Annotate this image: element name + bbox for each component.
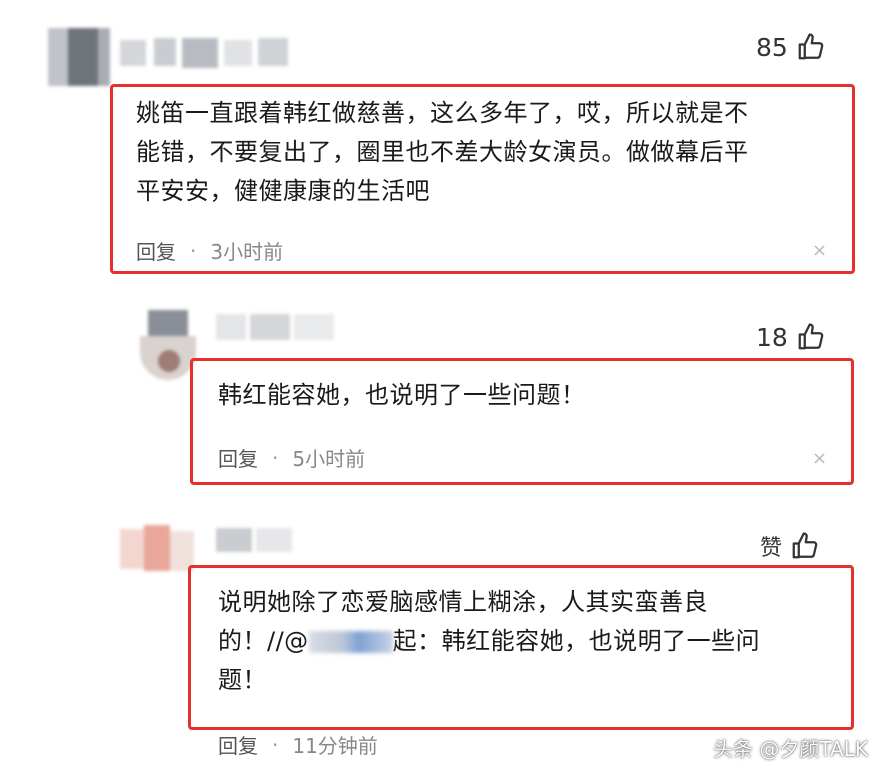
- close-icon[interactable]: ×: [812, 240, 827, 261]
- comment-text: 姚笛一直跟着韩红做慈善，这么多年了，哎，所以就是不 能错，不要复出了，圈里也不差…: [136, 99, 749, 205]
- like-count[interactable]: 18: [756, 322, 826, 352]
- avatar[interactable]: [48, 28, 110, 88]
- like-count[interactable]: 赞: [760, 530, 820, 562]
- like-count-value: 18: [756, 322, 788, 352]
- like-label: 赞: [760, 536, 783, 561]
- timestamp: 5小时前: [292, 447, 366, 471]
- comment-meta: 回复 · 5小时前: [218, 443, 365, 472]
- username[interactable]: [216, 314, 334, 342]
- avatar[interactable]: [140, 310, 196, 380]
- separator: ·: [272, 445, 279, 470]
- username[interactable]: [216, 528, 296, 554]
- reply-button[interactable]: 回复: [136, 236, 176, 265]
- comment-meta: 回复 · 3小时前: [136, 236, 283, 265]
- mention-username[interactable]: [308, 631, 393, 653]
- avatar[interactable]: [120, 525, 194, 575]
- close-icon[interactable]: ×: [812, 448, 827, 469]
- thumbs-up-icon[interactable]: [790, 531, 820, 561]
- username[interactable]: [120, 36, 290, 70]
- like-count[interactable]: 85: [756, 32, 826, 62]
- timestamp: 3小时前: [210, 240, 284, 264]
- comment-meta: 回复 · 11分钟前: [218, 730, 378, 759]
- thumbs-up-icon[interactable]: [796, 32, 826, 62]
- reply-button[interactable]: 回复: [218, 443, 258, 472]
- timestamp: 11分钟前: [292, 734, 378, 758]
- like-count-value: 85: [756, 32, 788, 62]
- thumbs-up-icon[interactable]: [796, 322, 826, 352]
- watermark: 头条 @夕颜TALK: [713, 737, 868, 761]
- reply-button[interactable]: 回复: [218, 730, 258, 759]
- separator: ·: [272, 732, 279, 757]
- comment-text: 韩红能容她，也说明了一些问题！: [218, 381, 586, 409]
- separator: ·: [190, 238, 197, 263]
- comment-text: 说明她除了恋爱脑感情上糊涂，人其实蛮善良 的！//@ 起：韩红能容她，也说明了一些…: [218, 588, 761, 694]
